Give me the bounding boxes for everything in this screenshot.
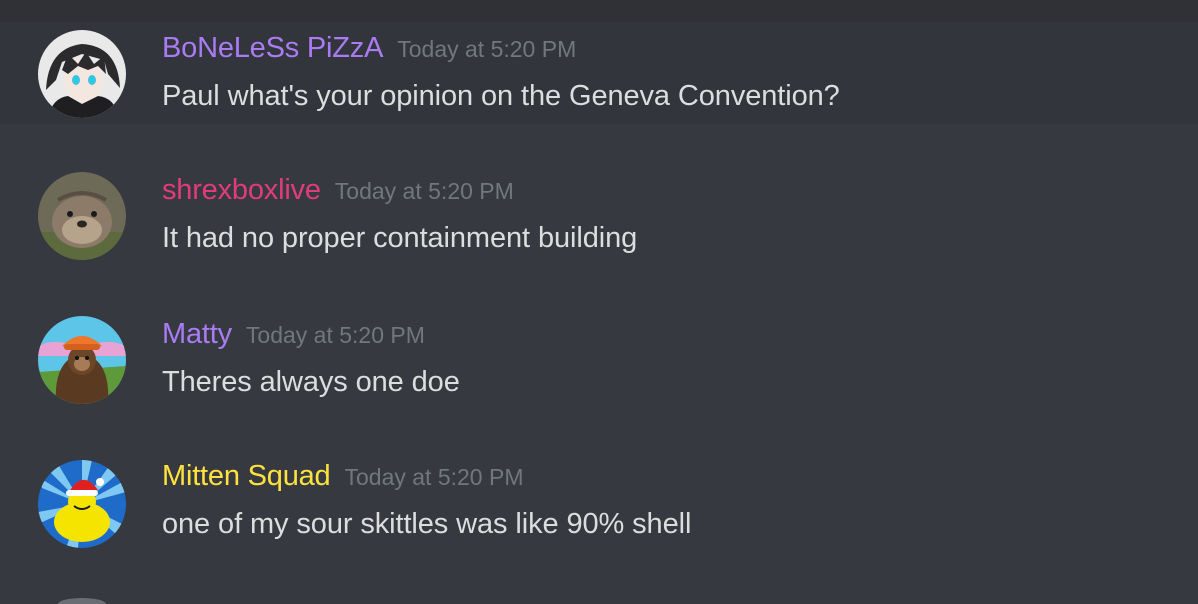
message-content: one of my sour skittles was like 90% she… (162, 508, 692, 540)
message-item[interactable]: Matty Today at 5:20 PM Theres always one … (0, 294, 1198, 414)
message-header: Matty Today at 5:20 PM (162, 318, 425, 351)
message-content: It had no proper containment building (162, 222, 638, 254)
username[interactable]: BoNeLeSs PiZzA (162, 32, 383, 64)
message-item[interactable]: Mitten Squad Today at 5:20 PM one of my s… (0, 436, 1198, 556)
chat-message-list: BoNeLeSs PiZzA Today at 5:20 PM Paul what… (0, 0, 1198, 604)
next-message-avatar[interactable] (58, 598, 106, 604)
timestamp[interactable]: Today at 5:20 PM (397, 36, 576, 62)
username[interactable]: shrexboxlive (162, 174, 321, 206)
bigfoot-avatar[interactable] (38, 316, 126, 404)
message-header: BoNeLeSs PiZzA Today at 5:20 PM (162, 32, 576, 65)
anime-boy-avatar[interactable] (38, 30, 126, 118)
message-item[interactable]: BoNeLeSs PiZzA Today at 5:20 PM Paul what… (0, 22, 1198, 124)
timestamp[interactable]: Today at 5:20 PM (345, 464, 524, 490)
message-header: Mitten Squad Today at 5:20 PM (162, 460, 524, 493)
timestamp[interactable]: Today at 5:20 PM (335, 178, 514, 204)
santa-duck-avatar[interactable] (38, 460, 126, 548)
message-header: shrexboxlive Today at 5:20 PM (162, 174, 514, 207)
message-content: Theres always one doe (162, 366, 460, 398)
username[interactable]: Mitten Squad (162, 460, 331, 492)
timestamp[interactable]: Today at 5:20 PM (246, 322, 425, 348)
message-item[interactable]: shrexboxlive Today at 5:20 PM It had no p… (0, 150, 1198, 270)
otter-avatar[interactable] (38, 172, 126, 260)
username[interactable]: Matty (162, 318, 232, 350)
message-content: Paul what's your opinion on the Geneva C… (162, 80, 840, 112)
top-divider (0, 0, 1198, 22)
